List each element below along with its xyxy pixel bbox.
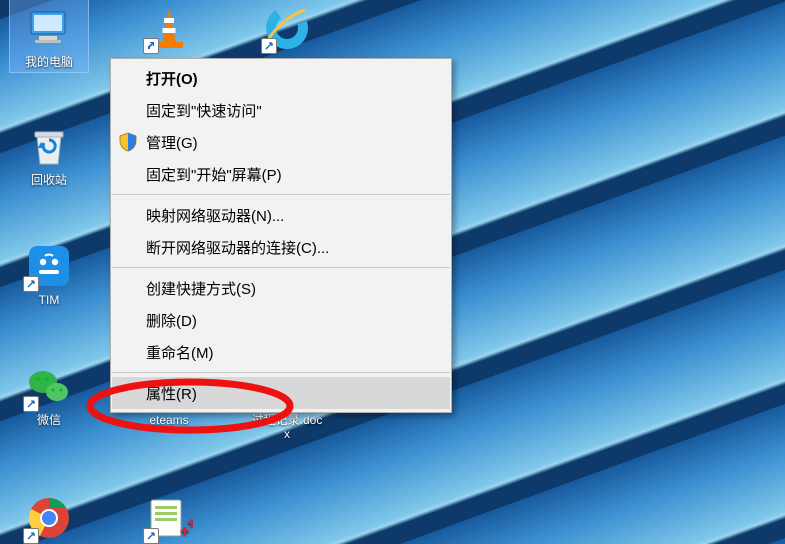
- menu-item-label: 创建快捷方式(S): [146, 278, 256, 299]
- desktop-icon-ie[interactable]: [248, 0, 326, 58]
- menu-item-map-network-drive[interactable]: 映射网络驱动器(N)...: [112, 199, 450, 231]
- desktop-icon-wechat[interactable]: 微信: [10, 358, 88, 430]
- shortcut-arrow-icon: [261, 38, 277, 54]
- desktop-icon-label: 回收站: [10, 172, 88, 190]
- menu-item-disconnect-network-drive[interactable]: 断开网络驱动器的连接(C)...: [112, 231, 450, 263]
- notepadpp-icon: + +: [145, 494, 193, 542]
- shortcut-arrow-icon: [23, 528, 39, 544]
- menu-item-open[interactable]: 打开(O): [112, 62, 450, 94]
- context-menu: 打开(O) 固定到"快速访问" 管理(G) 固定到"开始"屏幕(P) 映射网络驱…: [110, 58, 452, 413]
- menu-item-label: 属性(R): [146, 383, 197, 404]
- shortcut-arrow-icon: [143, 528, 159, 544]
- menu-item-label: 断开网络驱动器的连接(C)...: [146, 237, 329, 258]
- desktop[interactable]: 我的电脑: [0, 0, 785, 544]
- shortcut-arrow-icon: [23, 276, 39, 292]
- svg-text:+: +: [187, 515, 193, 532]
- tim-icon: [25, 242, 73, 290]
- menu-item-label: 重命名(M): [146, 342, 214, 363]
- computer-icon: [25, 4, 73, 52]
- menu-item-label: 固定到"快速访问": [146, 100, 262, 121]
- wechat-icon: [25, 362, 73, 410]
- menu-item-pin-quick-access[interactable]: 固定到"快速访问": [112, 94, 450, 126]
- desktop-icon-recycle-bin[interactable]: 回收站: [10, 118, 88, 190]
- desktop-icon-label: TIM: [10, 292, 88, 310]
- menu-separator: [112, 194, 450, 195]
- menu-separator: [112, 372, 450, 373]
- menu-item-properties[interactable]: 属性(R): [112, 377, 450, 409]
- menu-item-label: 删除(D): [146, 310, 197, 331]
- shortcut-arrow-icon: [143, 38, 159, 54]
- recycle-bin-icon: [25, 122, 73, 170]
- desktop-icon-label: 我的电脑: [10, 54, 88, 72]
- desktop-icon-vlc[interactable]: [130, 0, 208, 58]
- menu-item-label: 映射网络驱动器(N)...: [146, 205, 284, 226]
- menu-item-label: 固定到"开始"屏幕(P): [146, 164, 282, 185]
- menu-item-pin-start[interactable]: 固定到"开始"屏幕(P): [112, 158, 450, 190]
- shortcut-arrow-icon: [23, 396, 39, 412]
- chrome-icon: [25, 494, 73, 542]
- desktop-icon-notepadpp[interactable]: + +: [130, 490, 208, 544]
- menu-separator: [112, 267, 450, 268]
- menu-item-label: 打开(O): [146, 68, 198, 89]
- internet-explorer-icon: [263, 4, 311, 52]
- menu-item-label: 管理(G): [146, 132, 198, 153]
- desktop-icon-my-computer[interactable]: 我的电脑: [10, 0, 88, 72]
- desktop-icon-label: 过程记录.docx: [248, 412, 326, 444]
- desktop-icon-chrome[interactable]: [10, 490, 88, 544]
- desktop-icon-label: eteams: [130, 412, 208, 430]
- traffic-cone-icon: [145, 4, 193, 52]
- menu-item-create-shortcut[interactable]: 创建快捷方式(S): [112, 272, 450, 304]
- desktop-icon-tim[interactable]: TIM: [10, 238, 88, 310]
- desktop-icon-label: 微信: [10, 412, 88, 430]
- menu-item-delete[interactable]: 删除(D): [112, 304, 450, 336]
- menu-item-rename[interactable]: 重命名(M): [112, 336, 450, 368]
- menu-item-manage[interactable]: 管理(G): [112, 126, 450, 158]
- shield-icon: [118, 132, 138, 152]
